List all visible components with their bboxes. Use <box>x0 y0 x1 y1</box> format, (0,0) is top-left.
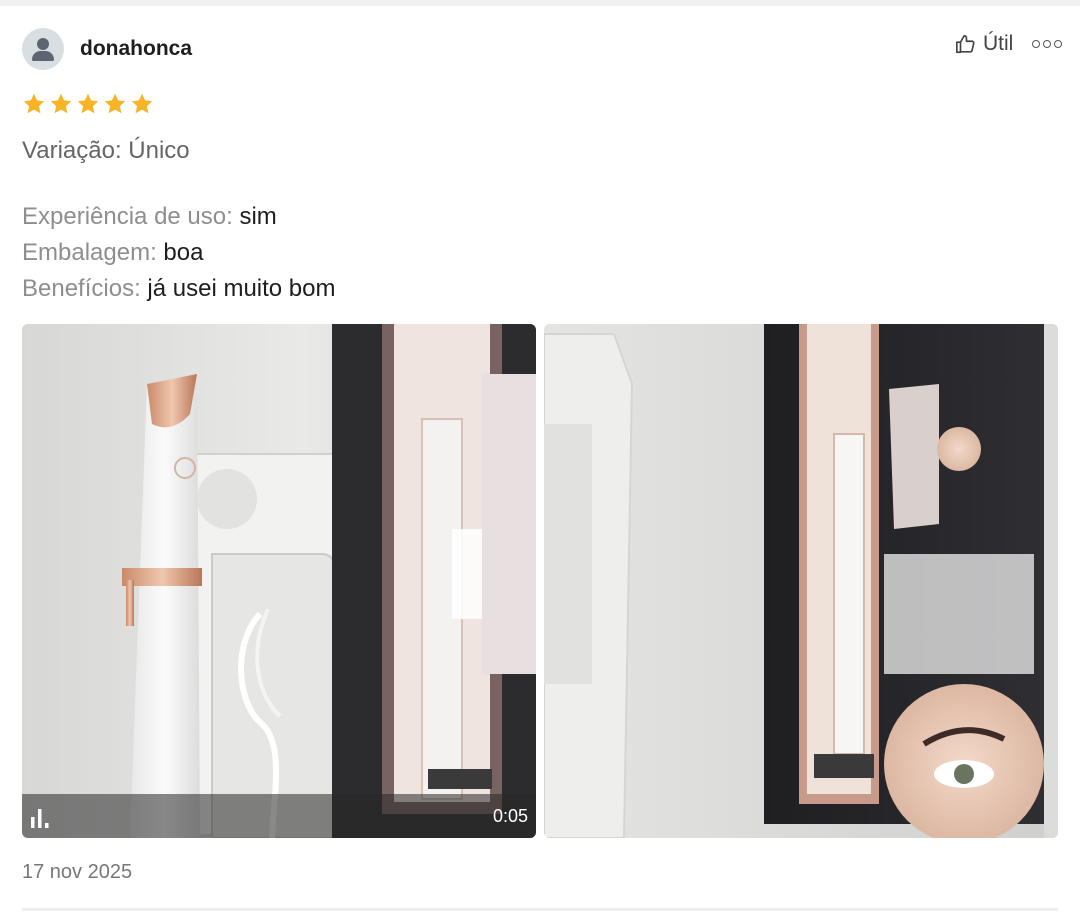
attribute-label: Embalagem: <box>22 239 157 266</box>
more-dot-icon <box>1054 40 1062 48</box>
attribute-label: Benefícios: <box>22 275 141 302</box>
audio-bars-icon[interactable] <box>28 802 54 830</box>
packaging-photo <box>544 324 1058 838</box>
thumbs-up-icon <box>956 34 975 54</box>
variation-text: Variação: Único <box>22 137 190 164</box>
reviewer-name[interactable]: donahonca <box>80 37 192 61</box>
attribute-row: Embalagem: boa <box>22 235 336 271</box>
review-attributes: Experiência de uso: sim Embalagem: boa B… <box>22 199 336 307</box>
star-rating <box>22 92 154 116</box>
star-icon <box>131 93 153 114</box>
bottom-divider <box>22 908 1058 911</box>
star-icon <box>23 93 45 114</box>
helpful-label: Útil <box>983 32 1014 55</box>
more-dot-icon <box>1032 40 1040 48</box>
helpful-button[interactable]: Útil <box>955 30 1013 58</box>
video-duration: 0:05 <box>492 806 528 826</box>
attribute-row: Benefícios: já usei muito bom <box>22 271 336 307</box>
avatar-head-icon <box>37 38 49 50</box>
review-card: donahonca Útil Variação: Único Experiênc… <box>0 6 1080 912</box>
avatar-body-icon <box>32 51 54 61</box>
attribute-value: já usei muito bom <box>147 275 336 302</box>
video-bar: 0:05 <box>22 794 536 838</box>
more-dot-icon <box>1043 40 1051 48</box>
product-photo <box>22 324 536 838</box>
attribute-value: sim <box>239 203 277 230</box>
star-icon <box>104 93 126 114</box>
star-icon <box>50 93 72 114</box>
review-photo-thumbnail[interactable] <box>544 324 1058 838</box>
avatar[interactable] <box>22 28 64 70</box>
review-date: 17 nov 2025 <box>22 861 133 883</box>
more-options-icon[interactable] <box>1032 30 1062 58</box>
attribute-value: boa <box>163 239 204 266</box>
attribute-label: Experiência de uso: <box>22 203 233 230</box>
star-icon <box>77 93 99 114</box>
attribute-row: Experiência de uso: sim <box>22 199 336 235</box>
review-video-thumbnail[interactable]: 0:05 <box>22 324 536 838</box>
